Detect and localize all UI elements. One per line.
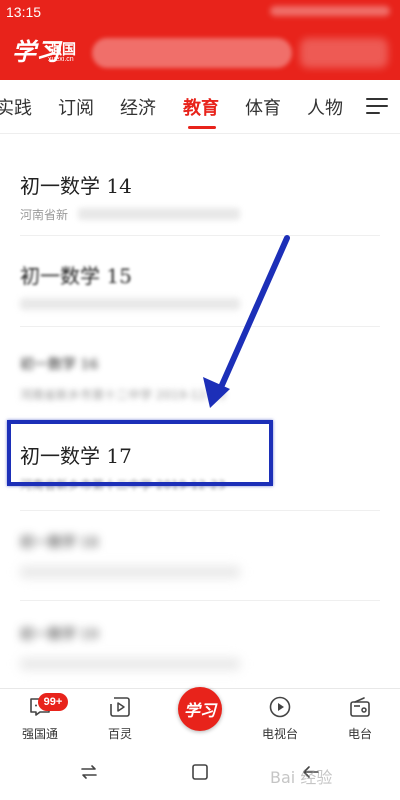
notification-badge: 99+ <box>38 693 68 711</box>
play-square-icon <box>110 697 130 717</box>
arrow-annotation <box>203 235 290 408</box>
watermark: Bai 经验 <box>270 768 333 787</box>
arrow-shaft <box>215 235 290 397</box>
nav-qiangguotong[interactable]: 强国通 99+ <box>10 693 70 742</box>
system-nav-bar: Bai 经验 <box>0 744 400 800</box>
nav-label: 强国通 <box>21 727 58 741</box>
xuexi-logo-icon: 学习 <box>183 701 216 720</box>
home-icon[interactable] <box>189 762 211 782</box>
nav-label: 百灵 <box>107 727 132 741</box>
recent-apps-icon[interactable] <box>78 762 100 782</box>
nav-bailing[interactable]: 百灵 <box>90 695 150 742</box>
nav-tv[interactable]: 电视台 <box>250 695 310 742</box>
nav-label: 电台 <box>347 727 372 741</box>
bottom-nav: 强国通 99+ 百灵 学习 电视台 电台 <box>0 687 400 744</box>
nav-radio[interactable]: 电台 <box>330 695 390 742</box>
play-circle-icon <box>269 696 291 718</box>
nav-xuexi-center[interactable]: 学习 <box>178 687 222 731</box>
nav-label: 电视台 <box>261 727 298 741</box>
radio-icon <box>350 697 370 717</box>
